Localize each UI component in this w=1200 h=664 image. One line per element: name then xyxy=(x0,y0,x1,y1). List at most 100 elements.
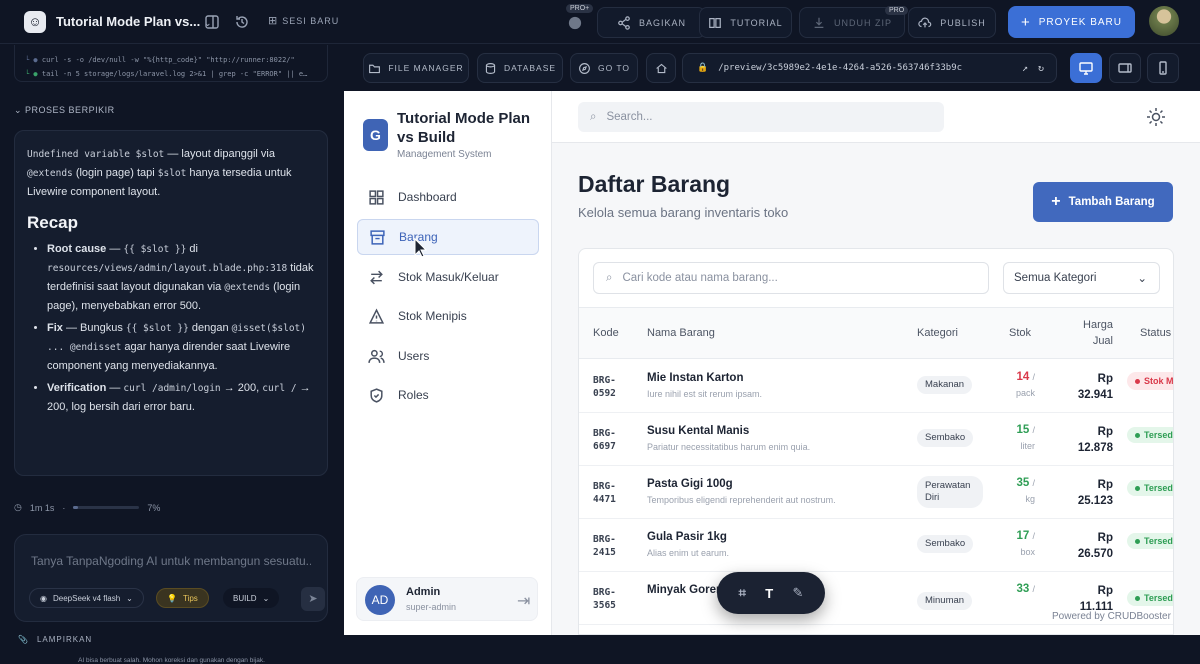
global-search-input[interactable]: ⌕ Search... xyxy=(578,102,944,132)
database-button[interactable]: DATABASE xyxy=(477,53,563,83)
new-session-button[interactable]: ⊞ SESI BARU xyxy=(268,14,339,27)
model-icon: ◉ xyxy=(40,593,47,603)
book-icon xyxy=(709,17,722,28)
new-project-button[interactable]: + PROYEK BARU xyxy=(1008,6,1135,38)
table-row[interactable]: BRG- 0592 Mie Instan Karton Iure nihil es… xyxy=(579,360,1173,413)
tips-button[interactable]: 💡 Tips xyxy=(156,588,209,608)
cloud-upload-icon xyxy=(918,17,932,27)
app-logo-icon[interactable]: ☺ xyxy=(24,11,46,33)
attach-button[interactable]: 📎 LAMPIRKAN xyxy=(18,635,92,644)
archive-icon xyxy=(370,229,385,245)
powered-by: Powered by CRUDBooster xyxy=(1052,611,1171,622)
nav-item-stok-menipis[interactable]: Stok Menipis xyxy=(357,298,539,334)
top-bar: ☺ Tutorial Mode Plan vs... ⌄ ⊞ SESI BARU … xyxy=(0,0,1200,44)
progress-bar xyxy=(73,506,140,509)
share-button[interactable]: BAGIKAN xyxy=(597,7,706,38)
floating-edit-toolbar: ⌗ T ✎ xyxy=(717,572,825,614)
status-badge: Tersedia xyxy=(1127,590,1173,606)
chat-panel: └ ● curl -s -o /dev/null -w "%{http_code… xyxy=(0,45,343,664)
clock-icon: ◷ xyxy=(14,502,22,512)
theme-toggle-sun-icon[interactable] xyxy=(1146,107,1166,132)
download-icon xyxy=(814,17,824,28)
plus-icon: + xyxy=(1020,13,1031,31)
edit-pen-icon[interactable]: ✎ xyxy=(792,585,803,601)
assistant-message: Undefined variable $slot — layout dipang… xyxy=(14,130,328,476)
disclaimer: AI bisa berbuat salah. Mohon koreksi dan… xyxy=(78,657,265,664)
table-row[interactable]: BRG- 2415 Gula Pasir 1kg Alias enim ut ea… xyxy=(579,519,1173,572)
status-badge: Tersedia xyxy=(1127,480,1173,496)
recap-heading: Recap xyxy=(27,213,79,232)
chevron-down-icon: ⌄ xyxy=(1137,273,1147,285)
nav-item-roles[interactable]: Roles xyxy=(357,377,539,413)
sidebar-toggle-icon[interactable] xyxy=(202,12,222,32)
nav-item-users[interactable]: Users xyxy=(357,338,539,374)
monitor-icon xyxy=(1079,62,1093,75)
app-subtitle: Management System xyxy=(397,149,492,160)
user-role: super-admin xyxy=(406,602,457,612)
tutorial-button[interactable]: TUTORIAL xyxy=(699,7,792,38)
user-avatar[interactable] xyxy=(1149,6,1179,36)
chevron-down-icon: ⌄ xyxy=(126,593,133,603)
swap-icon xyxy=(370,270,383,284)
chat-input[interactable]: Tanya TanpaNgoding AI untuk membangun se… xyxy=(31,554,311,568)
page-subtitle: Kelola semua barang inventaris toko xyxy=(578,205,789,220)
database-icon xyxy=(485,62,496,74)
chat-input-card: Tanya TanpaNgoding AI untuk membangun se… xyxy=(14,534,328,622)
tablet-view-button[interactable] xyxy=(1109,53,1141,83)
table-header: Kode Nama Barang Kategori Stok Harga Jua… xyxy=(579,307,1173,359)
file-manager-button[interactable]: FILE MANAGER xyxy=(363,53,469,83)
desktop-view-button[interactable] xyxy=(1070,53,1102,83)
paperclip-icon: 📎 xyxy=(18,635,29,644)
model-select[interactable]: ◉ DeepSeek v4 flash ⌄ xyxy=(29,588,144,608)
run-progress: ◷ 1m 1s · 7% xyxy=(14,502,161,513)
users-icon xyxy=(368,349,385,363)
history-icon[interactable] xyxy=(232,12,252,32)
shield-icon xyxy=(370,387,383,403)
url-bar[interactable]: 🔒 /preview/3c5989e2-4e1e-4264-a526-56374… xyxy=(682,53,1057,83)
thinking-toggle[interactable]: ⌄ PROSES BERPIKIR xyxy=(14,105,115,116)
add-item-button[interactable]: + Tambah Barang xyxy=(1033,182,1173,222)
nav-item-stok-masuk-keluar[interactable]: Stok Masuk/Keluar xyxy=(357,259,539,295)
lock-icon: 🔒 xyxy=(697,63,709,73)
list-item: Root cause — {{ $slot }} di resources/vi… xyxy=(47,240,315,316)
plus-icon: + xyxy=(1051,193,1061,210)
nav-item-dashboard[interactable]: Dashboard xyxy=(357,179,539,215)
recap-list: Root cause — {{ $slot }} di resources/vi… xyxy=(27,240,315,417)
mode-select[interactable]: BUILD ⌄ xyxy=(223,588,280,608)
progress-fill xyxy=(73,506,78,509)
goto-button[interactable]: GO TO xyxy=(570,53,638,83)
warning-icon xyxy=(368,307,385,324)
phone-icon xyxy=(1159,61,1167,75)
plus-square-icon: ⊞ xyxy=(268,15,279,27)
table-search-input[interactable]: ⌕ Cari kode atau nama barang... xyxy=(593,262,989,294)
app-logo-icon: G xyxy=(363,119,388,151)
select-element-icon[interactable]: ⌗ xyxy=(739,585,746,601)
status-badge: Stok Menipis xyxy=(1127,372,1173,390)
github-icon xyxy=(568,16,582,29)
search-icon: ⌕ xyxy=(590,110,597,123)
table-row[interactable]: BRG- 6697 Susu Kental Manis Pariatur nece… xyxy=(579,413,1173,466)
publish-button[interactable]: PUBLISH xyxy=(908,7,996,38)
compass-icon xyxy=(579,62,590,74)
app-sidebar: G Tutorial Mode Plan vs Build Management… xyxy=(344,91,552,635)
text-tool-button[interactable]: T xyxy=(765,586,773,601)
status-badge: Tersedia xyxy=(1127,533,1173,549)
home-button[interactable] xyxy=(646,53,676,83)
message-intro: Undefined variable $slot — layout dipang… xyxy=(27,148,292,198)
external-link-icon[interactable]: ↗ xyxy=(1022,63,1028,74)
send-button[interactable]: ➤ xyxy=(301,587,325,611)
avatar: AD xyxy=(365,585,395,615)
user-card: AD Admin super-admin ⇥ xyxy=(356,577,538,621)
project-title[interactable]: Tutorial Mode Plan vs... ⌄ xyxy=(56,14,211,29)
logout-icon[interactable]: ⇥ xyxy=(517,591,530,611)
mobile-view-button[interactable] xyxy=(1147,53,1179,83)
table-row[interactable]: BRG- 4471 Pasta Gigi 100g Temporibus elig… xyxy=(579,466,1173,519)
search-icon: ⌕ xyxy=(606,271,613,284)
status-badge: Tersedia xyxy=(1127,427,1173,443)
app-name: Tutorial Mode Plan vs Build xyxy=(397,110,531,146)
refresh-icon[interactable]: ↻ xyxy=(1038,63,1044,74)
preview-toolbar: FILE MANAGER DATABASE GO TO 🔒 /preview/3… xyxy=(344,45,1200,91)
category-filter-select[interactable]: Semua Kategori ⌄ xyxy=(1003,262,1160,294)
nav-item-barang[interactable]: Barang xyxy=(357,219,539,255)
app-header: ⌕ Search... xyxy=(552,91,1200,143)
